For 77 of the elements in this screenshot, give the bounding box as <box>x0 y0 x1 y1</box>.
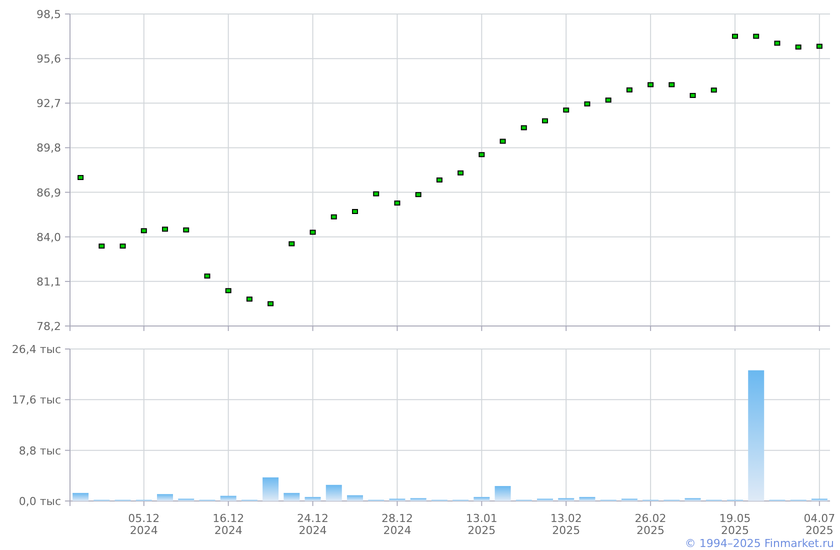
axis-label: 81,1 <box>36 275 61 288</box>
axis-label: 86,9 <box>36 186 61 200</box>
candle <box>626 87 632 92</box>
candle <box>183 227 190 232</box>
candle <box>246 296 252 302</box>
axis-label: 95,6 <box>36 52 61 66</box>
volume-bar <box>537 498 553 501</box>
candle <box>648 82 654 88</box>
candle <box>584 101 590 106</box>
volume-bar <box>284 492 300 501</box>
candle <box>458 170 464 176</box>
candle <box>795 44 802 50</box>
date-label: 24.12 2024 <box>297 512 329 537</box>
volume-bar <box>389 498 406 501</box>
candle <box>710 88 717 93</box>
candle <box>140 228 147 234</box>
candle <box>288 241 295 246</box>
volume-bar <box>684 498 701 501</box>
candle <box>310 230 316 235</box>
volume-bar <box>157 494 173 501</box>
date-label: 04.07 2025 <box>804 512 836 537</box>
volume-bar <box>811 498 828 501</box>
volume-bar <box>347 495 363 501</box>
volume-bar <box>220 496 236 501</box>
date-label: 26.02 2025 <box>634 512 666 537</box>
volume-bar <box>262 477 279 501</box>
volume-bar <box>558 498 574 501</box>
volume-bar <box>72 492 89 501</box>
volume-bar <box>494 486 511 501</box>
candle <box>330 214 337 220</box>
axis-label: 89,8 <box>36 142 61 155</box>
axis-label: 17,6 тыс <box>12 394 61 407</box>
candle <box>500 138 506 144</box>
candle <box>204 274 210 279</box>
candle <box>352 209 358 214</box>
date-label: 13.01 2025 <box>466 512 498 537</box>
axis-label: 8,8 тыс <box>18 444 61 458</box>
date-label: 13.02 2025 <box>550 512 582 537</box>
volume-bar <box>621 498 638 501</box>
candle <box>78 175 84 180</box>
volume-bar <box>474 496 490 501</box>
candle <box>478 152 485 158</box>
candle <box>816 44 822 49</box>
candle <box>520 125 527 130</box>
candle <box>542 118 548 124</box>
axis-label: 92,7 <box>36 97 61 110</box>
axis-label: 84,0 <box>36 230 61 244</box>
candle <box>732 34 738 39</box>
date-label: 28.12 2024 <box>381 512 413 537</box>
candle <box>98 244 105 249</box>
axis-label: 26,4 тыс <box>12 343 61 356</box>
volume-bar <box>178 498 194 501</box>
volume-bar <box>304 496 321 501</box>
candle <box>668 82 675 88</box>
candle <box>373 191 380 196</box>
volume-bar <box>579 496 596 501</box>
candle <box>394 200 400 206</box>
candle <box>415 192 422 198</box>
candle <box>690 92 696 98</box>
candle <box>605 98 612 103</box>
date-label: 05.12 2024 <box>128 512 160 537</box>
candle <box>753 34 760 39</box>
date-label: 19.05 2025 <box>719 512 751 537</box>
copyright-link[interactable]: © 1994–2025 Finmarket.ru <box>684 538 834 550</box>
candle <box>563 108 570 113</box>
candle <box>225 288 232 294</box>
volume-bar <box>326 484 342 501</box>
axis-label: 98,5 <box>36 8 61 21</box>
date-label: 16.12 2024 <box>212 512 244 537</box>
axis-label: 78,2 <box>36 320 61 333</box>
axis-label: 0,0 тыс <box>18 495 61 508</box>
candle <box>162 226 168 232</box>
candle <box>120 244 126 249</box>
candle <box>268 301 274 306</box>
volume-bar <box>410 498 426 501</box>
candle <box>436 178 442 182</box>
candle <box>774 40 780 46</box>
